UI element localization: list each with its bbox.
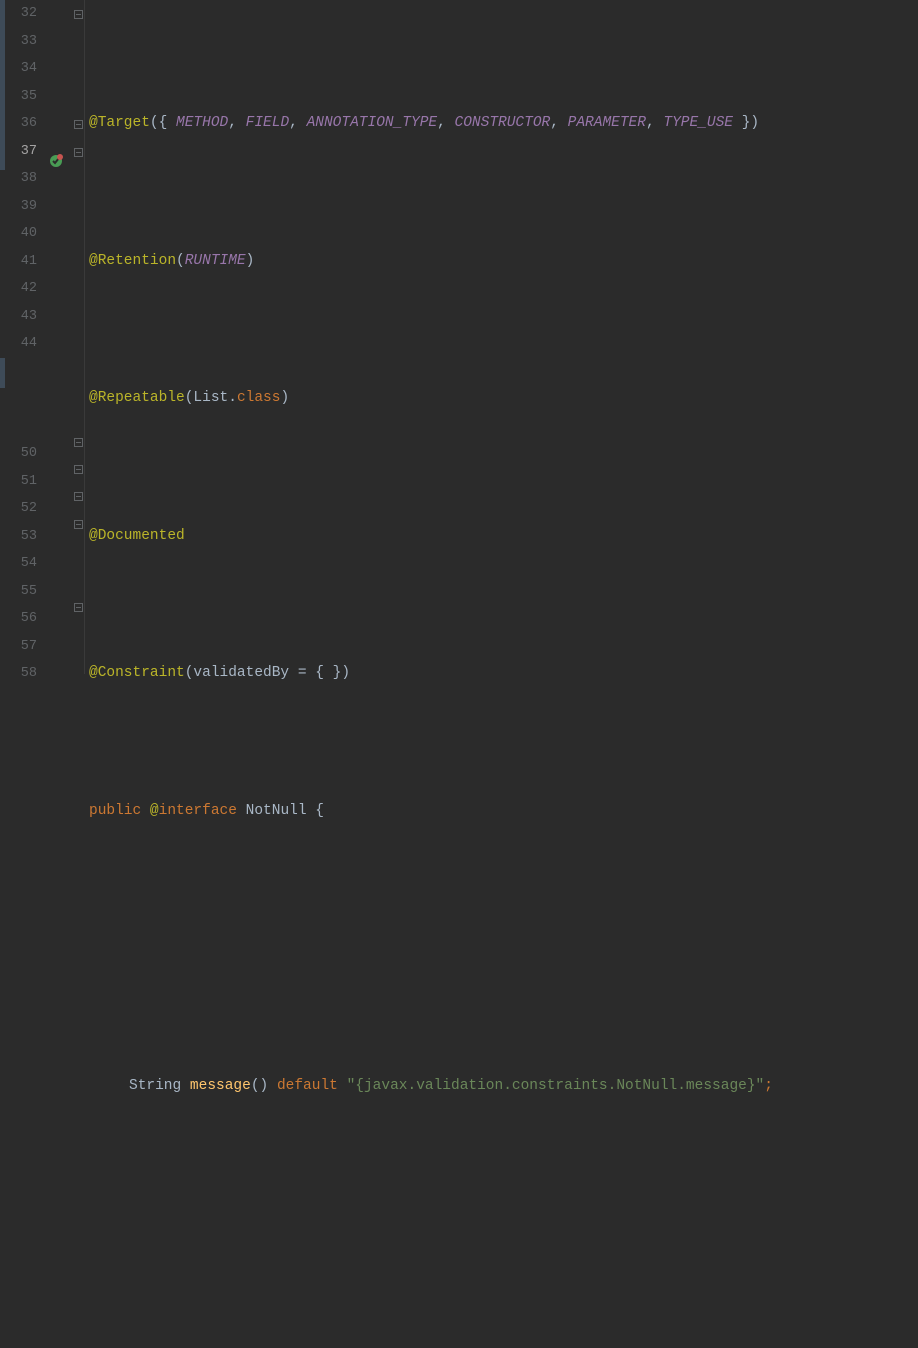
gutter-markers	[45, 0, 73, 674]
fold-toggle-icon[interactable]	[74, 520, 83, 529]
fold-strip[interactable]	[73, 0, 85, 674]
line-number[interactable]: 36	[0, 110, 37, 138]
enum-constant: METHOD	[176, 115, 228, 131]
line-number[interactable]: 39	[0, 193, 37, 221]
code-editor[interactable]: 32 33 34 35 36 37 38 39 40 41 42 43 44 5…	[0, 0, 918, 674]
line-number[interactable]: 51	[0, 468, 37, 496]
code-line[interactable]	[85, 1210, 918, 1238]
line-number[interactable]: 44	[0, 330, 37, 358]
code-line[interactable]: @Repeatable(List.class)	[85, 385, 918, 413]
line-number[interactable]: 52	[0, 495, 37, 523]
code-line[interactable]: @Documented	[85, 523, 918, 551]
annotation: @Target	[89, 115, 150, 131]
line-number-gutter[interactable]: 32 33 34 35 36 37 38 39 40 41 42 43 44 5…	[0, 0, 45, 674]
line-number[interactable]: 34	[0, 55, 37, 83]
line-number[interactable]: 54	[0, 550, 37, 578]
fold-toggle-icon[interactable]	[74, 465, 83, 474]
code-area[interactable]: @Target({ METHOD, FIELD, ANNOTATION_TYPE…	[85, 0, 918, 674]
line-number[interactable]: 43	[0, 303, 37, 331]
line-number[interactable]: 53	[0, 523, 37, 551]
line-number[interactable]: 35	[0, 83, 37, 111]
line-number[interactable]: 57	[0, 633, 37, 661]
line-number[interactable]: 37	[0, 138, 37, 166]
fold-toggle-icon[interactable]	[74, 10, 83, 19]
line-number[interactable]: 56	[0, 605, 37, 633]
type-name: NotNull	[246, 803, 307, 819]
fold-toggle-icon[interactable]	[74, 120, 83, 129]
line-number[interactable]: 40	[0, 220, 37, 248]
code-line[interactable]: String message() default "{javax.validat…	[85, 1073, 918, 1101]
line-number[interactable]: 55	[0, 578, 37, 606]
highlight-band	[0, 358, 5, 388]
code-line[interactable]	[85, 935, 918, 963]
line-number[interactable]: 42	[0, 275, 37, 303]
line-number[interactable]: 38	[0, 165, 37, 193]
code-line[interactable]: public @interface NotNull {	[85, 798, 918, 826]
fold-toggle-icon[interactable]	[74, 603, 83, 612]
code-line[interactable]: @Target({ METHOD, FIELD, ANNOTATION_TYPE…	[85, 110, 918, 138]
line-number[interactable]: 33	[0, 28, 37, 56]
fold-toggle-icon[interactable]	[74, 148, 83, 157]
line-number[interactable]: 41	[0, 248, 37, 276]
fold-toggle-icon[interactable]	[74, 492, 83, 501]
code-line[interactable]: @Retention(RUNTIME)	[85, 248, 918, 276]
fold-toggle-icon[interactable]	[74, 438, 83, 447]
line-number[interactable]: 50	[0, 440, 37, 468]
highlight-band	[0, 0, 5, 170]
line-number[interactable]: 32	[0, 0, 37, 28]
implemented-icon[interactable]	[48, 153, 64, 169]
